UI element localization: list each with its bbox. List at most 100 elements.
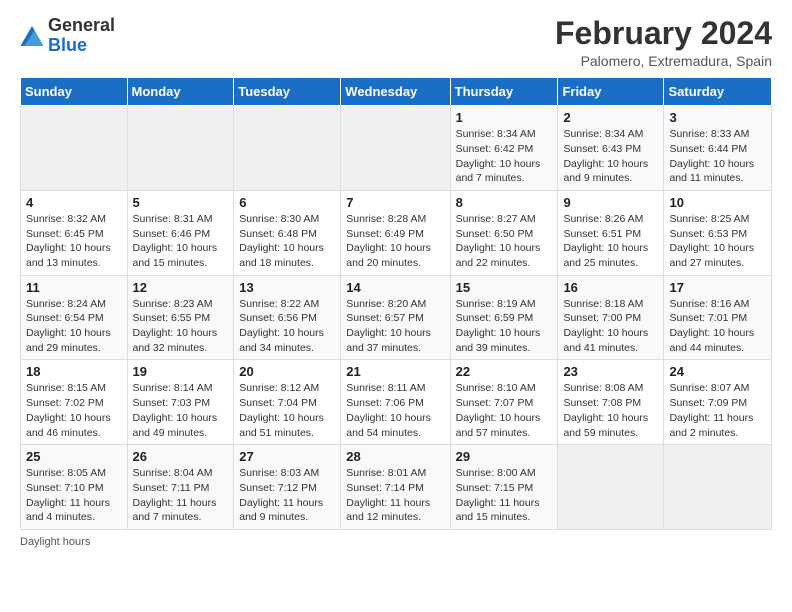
date-number: 20 xyxy=(239,364,335,379)
calendar-cell xyxy=(341,106,450,191)
logo: General Blue xyxy=(20,16,115,56)
cell-details: Sunrise: 8:18 AM Sunset: 7:00 PM Dayligh… xyxy=(563,297,658,356)
calendar-cell: 18 Sunrise: 8:15 AM Sunset: 7:02 PM Dayli… xyxy=(21,360,128,445)
calendar-cell: 10 Sunrise: 8:25 AM Sunset: 6:53 PM Dayli… xyxy=(664,190,772,275)
cell-details: Sunrise: 8:14 AM Sunset: 7:03 PM Dayligh… xyxy=(133,381,229,440)
logo-icon xyxy=(20,26,44,46)
cell-details: Sunrise: 8:05 AM Sunset: 7:10 PM Dayligh… xyxy=(26,466,122,525)
date-number: 18 xyxy=(26,364,122,379)
calendar-cell xyxy=(234,106,341,191)
week-row-2: 4Sunrise: 8:32 AM Sunset: 6:45 PM Daylig… xyxy=(21,190,772,275)
cell-details: Sunrise: 8:22 AM Sunset: 6:56 PM Dayligh… xyxy=(239,297,335,356)
cell-details: Sunrise: 8:30 AM Sunset: 6:48 PM Dayligh… xyxy=(239,212,335,271)
calendar-cell xyxy=(127,106,234,191)
calendar-cell: 29 Sunrise: 8:00 AM Sunset: 7:15 PM Dayli… xyxy=(450,445,558,530)
date-number: 17 xyxy=(669,280,766,295)
cell-details: Sunrise: 8:16 AM Sunset: 7:01 PM Dayligh… xyxy=(669,297,766,356)
date-number: 7 xyxy=(346,195,444,210)
date-number: 8 xyxy=(456,195,553,210)
date-number: 26 xyxy=(133,449,229,464)
calendar-cell: 9Sunrise: 8:26 AM Sunset: 6:51 PM Daylig… xyxy=(558,190,664,275)
date-number: 15 xyxy=(456,280,553,295)
date-number: 24 xyxy=(669,364,766,379)
day-header-friday: Friday xyxy=(558,78,664,106)
date-number: 23 xyxy=(563,364,658,379)
day-header-thursday: Thursday xyxy=(450,78,558,106)
calendar-cell xyxy=(558,445,664,530)
cell-details: Sunrise: 8:08 AM Sunset: 7:08 PM Dayligh… xyxy=(563,381,658,440)
cell-details: Sunrise: 8:15 AM Sunset: 7:02 PM Dayligh… xyxy=(26,381,122,440)
week-row-5: 25 Sunrise: 8:05 AM Sunset: 7:10 PM Dayli… xyxy=(21,445,772,530)
date-number: 25 xyxy=(26,449,122,464)
calendar-cell xyxy=(664,445,772,530)
calendar-cell: 15 Sunrise: 8:19 AM Sunset: 6:59 PM Dayli… xyxy=(450,275,558,360)
calendar-cell: 28 Sunrise: 8:01 AM Sunset: 7:14 PM Dayli… xyxy=(341,445,450,530)
calendar-cell: 14 Sunrise: 8:20 AM Sunset: 6:57 PM Dayli… xyxy=(341,275,450,360)
cell-details: Sunrise: 8:20 AM Sunset: 6:57 PM Dayligh… xyxy=(346,297,444,356)
calendar-cell xyxy=(21,106,128,191)
date-number: 28 xyxy=(346,449,444,464)
date-number: 16 xyxy=(563,280,658,295)
date-number: 29 xyxy=(456,449,553,464)
cell-details: Sunrise: 8:24 AM Sunset: 6:54 PM Dayligh… xyxy=(26,297,122,356)
week-row-4: 18 Sunrise: 8:15 AM Sunset: 7:02 PM Dayli… xyxy=(21,360,772,445)
cell-details: Sunrise: 8:01 AM Sunset: 7:14 PM Dayligh… xyxy=(346,466,444,525)
logo-blue-text: Blue xyxy=(48,35,87,55)
day-header-wednesday: Wednesday xyxy=(341,78,450,106)
date-number: 13 xyxy=(239,280,335,295)
date-number: 22 xyxy=(456,364,553,379)
calendar-cell: 20 Sunrise: 8:12 AM Sunset: 7:04 PM Dayli… xyxy=(234,360,341,445)
date-number: 14 xyxy=(346,280,444,295)
calendar-cell: 8 Sunrise: 8:27 AM Sunset: 6:50 PM Daylig… xyxy=(450,190,558,275)
date-number: 1 xyxy=(456,110,553,125)
week-row-3: 11Sunrise: 8:24 AM Sunset: 6:54 PM Dayli… xyxy=(21,275,772,360)
week-row-1: 1 Sunrise: 8:34 AM Sunset: 6:42 PM Daylig… xyxy=(21,106,772,191)
cell-details: Sunrise: 8:34 AM Sunset: 6:43 PM Dayligh… xyxy=(563,127,658,186)
date-number: 5 xyxy=(133,195,229,210)
date-number: 19 xyxy=(133,364,229,379)
day-header-sunday: Sunday xyxy=(21,78,128,106)
calendar-cell: 12Sunrise: 8:23 AM Sunset: 6:55 PM Dayli… xyxy=(127,275,234,360)
day-header-monday: Monday xyxy=(127,78,234,106)
calendar-cell: 22 Sunrise: 8:10 AM Sunset: 7:07 PM Dayli… xyxy=(450,360,558,445)
cell-details: Sunrise: 8:27 AM Sunset: 6:50 PM Dayligh… xyxy=(456,212,553,271)
calendar-header: SundayMondayTuesdayWednesdayThursdayFrid… xyxy=(21,78,772,106)
date-number: 6 xyxy=(239,195,335,210)
date-number: 10 xyxy=(669,195,766,210)
cell-details: Sunrise: 8:31 AM Sunset: 6:46 PM Dayligh… xyxy=(133,212,229,271)
calendar-cell: 17 Sunrise: 8:16 AM Sunset: 7:01 PM Dayli… xyxy=(664,275,772,360)
calendar-cell: 6 Sunrise: 8:30 AM Sunset: 6:48 PM Daylig… xyxy=(234,190,341,275)
cell-details: Sunrise: 8:10 AM Sunset: 7:07 PM Dayligh… xyxy=(456,381,553,440)
calendar-cell: 23 Sunrise: 8:08 AM Sunset: 7:08 PM Dayli… xyxy=(558,360,664,445)
cell-details: Sunrise: 8:03 AM Sunset: 7:12 PM Dayligh… xyxy=(239,466,335,525)
page-header: General Blue February 2024 Palomero, Ext… xyxy=(20,16,772,69)
cell-details: Sunrise: 8:28 AM Sunset: 6:49 PM Dayligh… xyxy=(346,212,444,271)
footer-note: Daylight hours xyxy=(20,536,772,548)
cell-details: Sunrise: 8:25 AM Sunset: 6:53 PM Dayligh… xyxy=(669,212,766,271)
title-block: February 2024 Palomero, Extremadura, Spa… xyxy=(555,16,772,69)
cell-details: Sunrise: 8:07 AM Sunset: 7:09 PM Dayligh… xyxy=(669,381,766,440)
cell-details: Sunrise: 8:19 AM Sunset: 6:59 PM Dayligh… xyxy=(456,297,553,356)
main-title: February 2024 xyxy=(555,16,772,51)
day-header-saturday: Saturday xyxy=(664,78,772,106)
calendar-cell: 5 Sunrise: 8:31 AM Sunset: 6:46 PM Daylig… xyxy=(127,190,234,275)
subtitle: Palomero, Extremadura, Spain xyxy=(555,53,772,69)
cell-details: Sunrise: 8:00 AM Sunset: 7:15 PM Dayligh… xyxy=(456,466,553,525)
calendar-table: SundayMondayTuesdayWednesdayThursdayFrid… xyxy=(20,77,772,530)
cell-details: Sunrise: 8:12 AM Sunset: 7:04 PM Dayligh… xyxy=(239,381,335,440)
calendar-cell: 11Sunrise: 8:24 AM Sunset: 6:54 PM Dayli… xyxy=(21,275,128,360)
day-header-row: SundayMondayTuesdayWednesdayThursdayFrid… xyxy=(21,78,772,106)
calendar-body: 1 Sunrise: 8:34 AM Sunset: 6:42 PM Daylig… xyxy=(21,106,772,530)
calendar-cell: 25 Sunrise: 8:05 AM Sunset: 7:10 PM Dayli… xyxy=(21,445,128,530)
date-number: 2 xyxy=(563,110,658,125)
cell-details: Sunrise: 8:34 AM Sunset: 6:42 PM Dayligh… xyxy=(456,127,553,186)
calendar-cell: 24 Sunrise: 8:07 AM Sunset: 7:09 PM Dayli… xyxy=(664,360,772,445)
date-number: 9 xyxy=(563,195,658,210)
cell-details: Sunrise: 8:23 AM Sunset: 6:55 PM Dayligh… xyxy=(133,297,229,356)
calendar-cell: 13 Sunrise: 8:22 AM Sunset: 6:56 PM Dayli… xyxy=(234,275,341,360)
calendar-cell: 2 Sunrise: 8:34 AM Sunset: 6:43 PM Daylig… xyxy=(558,106,664,191)
date-number: 4 xyxy=(26,195,122,210)
calendar-cell: 21Sunrise: 8:11 AM Sunset: 7:06 PM Dayli… xyxy=(341,360,450,445)
logo-general-text: General xyxy=(48,15,115,35)
cell-details: Sunrise: 8:33 AM Sunset: 6:44 PM Dayligh… xyxy=(669,127,766,186)
